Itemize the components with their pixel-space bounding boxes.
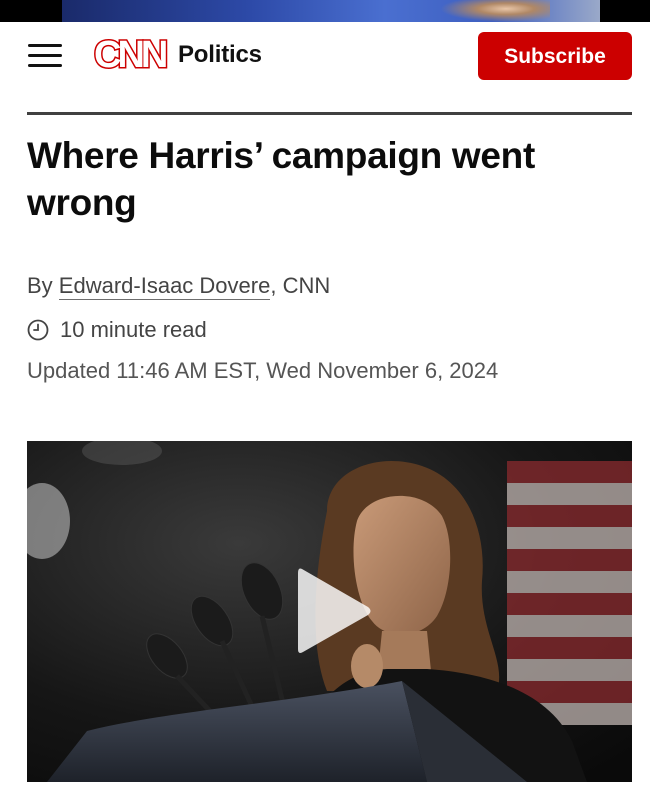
byline-prefix: By	[27, 273, 59, 298]
video-player[interactable]	[27, 441, 632, 782]
updated-timestamp: Updated 11:46 AM EST, Wed November 6, 20…	[27, 358, 499, 383]
top-ad-banner[interactable]	[0, 0, 650, 22]
read-time-label: 10 minute read	[60, 317, 207, 342]
article-headline: Where Harris’ campaign went wrong	[27, 135, 536, 223]
subscribe-button[interactable]: Subscribe	[478, 32, 632, 80]
byline: By Edward-Isaac Dovere, CNN	[27, 273, 331, 300]
site-header: CNN Politics Subscribe	[0, 22, 650, 115]
ad-figure	[440, 0, 550, 22]
section-title[interactable]: Politics	[178, 41, 262, 69]
header-divider	[27, 112, 632, 115]
cnn-logo-text: CNN	[94, 34, 166, 74]
byline-suffix: , CNN	[270, 273, 331, 298]
page: CNN Politics Subscribe Where Harris’ cam…	[0, 0, 650, 795]
author-link[interactable]: Edward-Isaac Dovere	[58, 273, 271, 300]
cnn-logo[interactable]: CNN	[92, 34, 172, 74]
hamburger-menu-icon[interactable]	[28, 40, 62, 70]
read-time: 10 minute read	[27, 317, 207, 343]
play-icon[interactable]	[294, 563, 374, 659]
clock-icon	[27, 319, 49, 341]
